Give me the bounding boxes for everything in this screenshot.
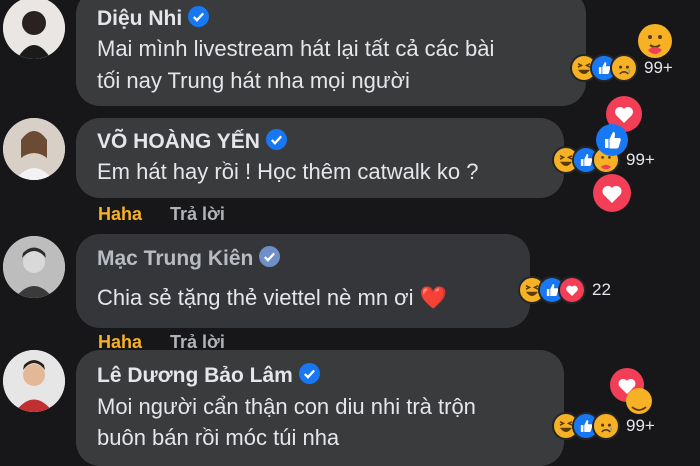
reaction-count: 99+ xyxy=(644,58,673,77)
reaction-summary[interactable]: 22 xyxy=(518,274,611,306)
love-icon xyxy=(558,276,586,304)
reaction-summary[interactable]: 99+ xyxy=(552,410,655,442)
comment-text: tối nay Trung hát nha mọi người xyxy=(97,68,410,93)
comment-text: Chia sẻ tặng thẻ viettel nè mn ơi ❤️ xyxy=(97,285,447,310)
verified-badge-icon xyxy=(188,6,210,27)
comment-text: Moi người cẩn thận con diu nhi trà trộn xyxy=(97,394,476,419)
sad-emoji-icon xyxy=(610,54,638,82)
comment-text: buôn bán rồi móc túi nha xyxy=(97,425,340,450)
avatar[interactable] xyxy=(3,118,65,180)
reaction-count: 22 xyxy=(592,280,611,299)
reply-link[interactable]: Trả lời xyxy=(170,332,225,352)
commenter-name[interactable]: Diệu Nhi xyxy=(97,6,210,31)
haha-emoji-icon xyxy=(626,388,652,414)
haha-reaction-link[interactable]: Haha xyxy=(98,204,142,224)
comment-actions: Haha Trả lời xyxy=(98,204,225,225)
reaction-count: 99+ xyxy=(626,150,655,169)
comment-text: Em hát hay rồi ! Học thêm catwalk ko ? xyxy=(97,159,479,184)
commenter-name[interactable]: Lê Dương Bảo Lâm xyxy=(97,363,320,388)
comment-text: Mai mình livestream hát lại tất cả các b… xyxy=(97,36,495,61)
commenter-name[interactable]: VÕ HOÀNG YẾN xyxy=(97,129,287,154)
care-emoji-icon xyxy=(638,24,672,58)
avatar[interactable] xyxy=(3,0,65,59)
avatar[interactable] xyxy=(3,350,65,412)
avatar[interactable] xyxy=(3,236,65,298)
verified-badge-icon xyxy=(265,129,287,150)
reaction-count: 99+ xyxy=(626,416,655,435)
sad-emoji-icon xyxy=(592,412,620,440)
commenter-name[interactable]: Mạc Trung Kiên xyxy=(97,246,281,271)
verified-badge-icon xyxy=(298,363,320,384)
love-icon xyxy=(593,174,631,212)
haha-reaction-link[interactable]: Haha xyxy=(98,332,142,352)
verified-badge-icon xyxy=(259,246,281,267)
comment-feed: Diệu Nhi Mai mình livestream hát lại tất… xyxy=(0,0,700,466)
like-icon xyxy=(596,124,628,156)
reply-link[interactable]: Trả lời xyxy=(170,204,225,224)
